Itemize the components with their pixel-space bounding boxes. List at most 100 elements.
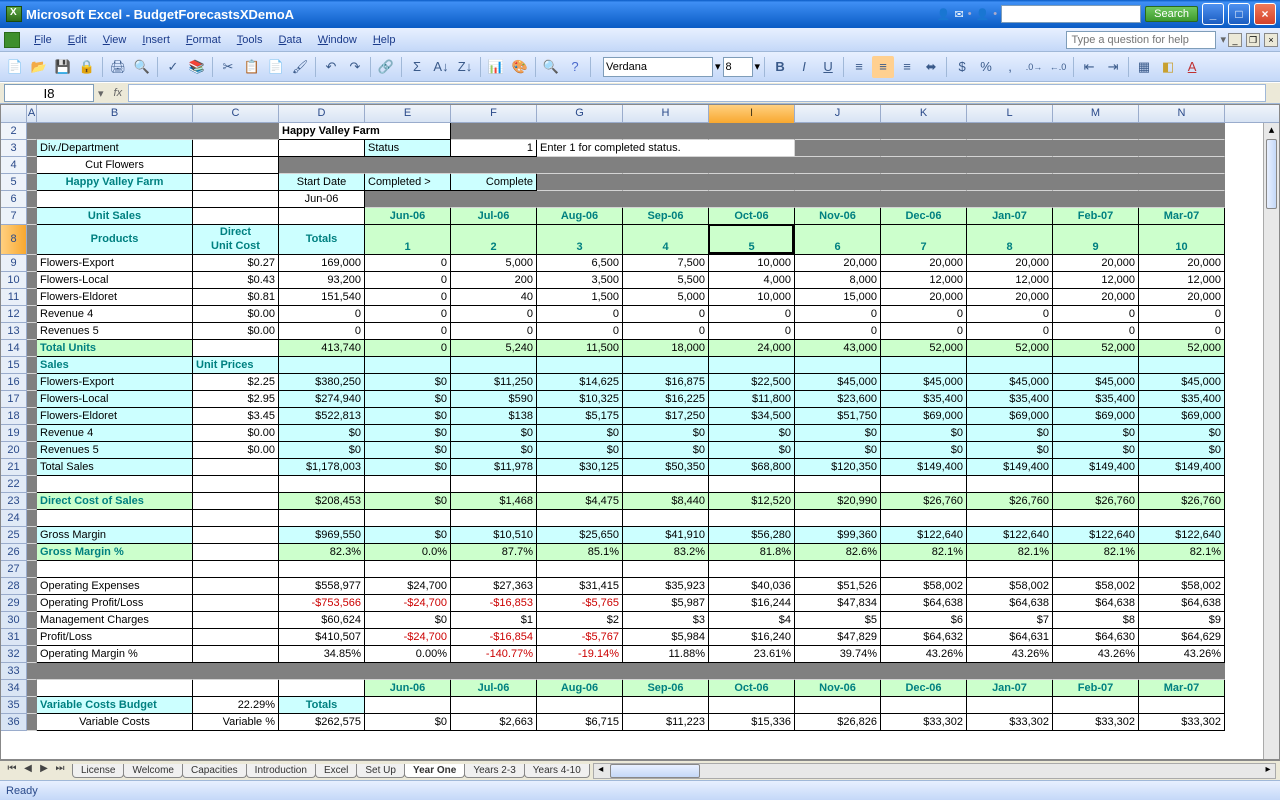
mail-icon[interactable]: ✉ (955, 8, 964, 21)
undo-button[interactable]: ↶ (320, 56, 342, 78)
person-icon[interactable]: 👤 (937, 8, 951, 21)
row-header-8[interactable]: 8 (1, 225, 27, 255)
formula-input[interactable] (128, 84, 1266, 102)
permission-button[interactable]: 🔒 (76, 56, 98, 78)
row-header-12[interactable]: 12 (1, 306, 27, 323)
currency-button[interactable]: $ (951, 56, 973, 78)
sort-desc-button[interactable]: Z↓ (454, 56, 476, 78)
underline-button[interactable]: U (817, 56, 839, 78)
copy-button[interactable]: 📋 (241, 56, 263, 78)
row-header-7[interactable]: 7 (1, 208, 27, 225)
row-header-2[interactable]: 2 (1, 123, 27, 140)
col-header-L[interactable]: L (967, 105, 1053, 123)
help-button[interactable]: ? (564, 56, 586, 78)
fx-icon[interactable]: fx (108, 87, 129, 99)
row-header-23[interactable]: 23 (1, 493, 27, 510)
doc-minimize-button[interactable]: _ (1228, 33, 1242, 47)
align-center-button[interactable]: ≡ (872, 56, 894, 78)
menu-data[interactable]: Data (270, 32, 309, 48)
row-header-22[interactable]: 22 (1, 476, 27, 493)
search-input[interactable] (1001, 5, 1141, 23)
tab-next-button[interactable]: ▶ (36, 763, 52, 779)
sheet-tab-welcome[interactable]: Welcome (123, 764, 183, 778)
maximize-button[interactable]: □ (1228, 3, 1250, 25)
spreadsheet-grid[interactable]: ABCDEFGHIJKLMN 2345678910111213141516171… (0, 104, 1280, 760)
merge-button[interactable]: ⬌ (920, 56, 942, 78)
row-header-29[interactable]: 29 (1, 595, 27, 612)
increase-indent-button[interactable]: ⇥ (1102, 56, 1124, 78)
decrease-indent-button[interactable]: ⇤ (1078, 56, 1100, 78)
col-header-C[interactable]: C (193, 105, 279, 123)
col-header-I[interactable]: I (709, 105, 795, 123)
row-header-6[interactable]: 6 (1, 191, 27, 208)
menu-window[interactable]: Window (310, 32, 365, 48)
drawing-button[interactable]: 🎨 (509, 56, 531, 78)
row-header-32[interactable]: 32 (1, 646, 27, 663)
menu-format[interactable]: Format (178, 32, 229, 48)
sheet-tab-capacities[interactable]: Capacities (182, 764, 247, 778)
chart-button[interactable]: 📊 (485, 56, 507, 78)
col-header-N[interactable]: N (1139, 105, 1225, 123)
format-painter-button[interactable]: 🖌 (289, 56, 311, 78)
align-left-button[interactable]: ≡ (848, 56, 870, 78)
col-header-M[interactable]: M (1053, 105, 1139, 123)
minimize-button[interactable]: _ (1202, 3, 1224, 25)
col-header-B[interactable]: B (37, 105, 193, 123)
close-button[interactable]: × (1254, 3, 1276, 25)
menu-view[interactable]: View (95, 32, 135, 48)
sheet-tab-excel[interactable]: Excel (315, 764, 357, 778)
fill-color-button[interactable]: ◧ (1157, 56, 1179, 78)
row-header-28[interactable]: 28 (1, 578, 27, 595)
font-size-select[interactable] (723, 57, 753, 77)
font-name-select[interactable] (603, 57, 713, 77)
row-header-5[interactable]: 5 (1, 174, 27, 191)
row-header-18[interactable]: 18 (1, 408, 27, 425)
col-header-G[interactable]: G (537, 105, 623, 123)
search-button[interactable]: Search (1145, 6, 1198, 22)
spell-button[interactable]: ✓ (162, 56, 184, 78)
row-header-35[interactable]: 35 (1, 697, 27, 714)
row-header-27[interactable]: 27 (1, 561, 27, 578)
sheet-tab-set-up[interactable]: Set Up (356, 764, 405, 778)
col-header-K[interactable]: K (881, 105, 967, 123)
sheet-tab-year-one[interactable]: Year One (404, 764, 465, 778)
row-header-3[interactable]: 3 (1, 140, 27, 157)
row-header-24[interactable]: 24 (1, 510, 27, 527)
cut-button[interactable]: ✂ (217, 56, 239, 78)
row-header-34[interactable]: 34 (1, 680, 27, 697)
person2-icon[interactable]: 👤 (976, 8, 990, 21)
open-button[interactable]: 📂 (28, 56, 50, 78)
help-question-input[interactable] (1066, 31, 1216, 49)
menu-insert[interactable]: Insert (134, 32, 178, 48)
row-header-4[interactable]: 4 (1, 157, 27, 174)
tab-prev-button[interactable]: ◀ (20, 763, 36, 779)
horizontal-scrollbar[interactable]: ◂ ▸ (593, 763, 1276, 779)
zoom-button[interactable]: 🔍 (540, 56, 562, 78)
row-header-20[interactable]: 20 (1, 442, 27, 459)
align-right-button[interactable]: ≡ (896, 56, 918, 78)
save-button[interactable]: 💾 (52, 56, 74, 78)
row-header-31[interactable]: 31 (1, 629, 27, 646)
borders-button[interactable]: ▦ (1133, 56, 1155, 78)
row-header-36[interactable]: 36 (1, 714, 27, 731)
name-box[interactable] (4, 84, 94, 102)
tab-last-button[interactable]: ⏭ (52, 763, 68, 779)
doc-close-button[interactable]: × (1264, 33, 1278, 47)
col-header-H[interactable]: H (623, 105, 709, 123)
decrease-decimal-button[interactable]: ←.0 (1047, 56, 1069, 78)
sort-asc-button[interactable]: A↓ (430, 56, 452, 78)
row-header-26[interactable]: 26 (1, 544, 27, 561)
paste-button[interactable]: 📄 (265, 56, 287, 78)
sheet-tab-years-2-3[interactable]: Years 2-3 (464, 764, 524, 778)
row-header-30[interactable]: 30 (1, 612, 27, 629)
bold-button[interactable]: B (769, 56, 791, 78)
row-header-11[interactable]: 11 (1, 289, 27, 306)
row-header-25[interactable]: 25 (1, 527, 27, 544)
hyperlink-button[interactable]: 🔗 (375, 56, 397, 78)
row-header-15[interactable]: 15 (1, 357, 27, 374)
research-button[interactable]: 📚 (186, 56, 208, 78)
row-header-9[interactable]: 9 (1, 255, 27, 272)
menu-edit[interactable]: Edit (60, 32, 95, 48)
row-header-13[interactable]: 13 (1, 323, 27, 340)
italic-button[interactable]: I (793, 56, 815, 78)
